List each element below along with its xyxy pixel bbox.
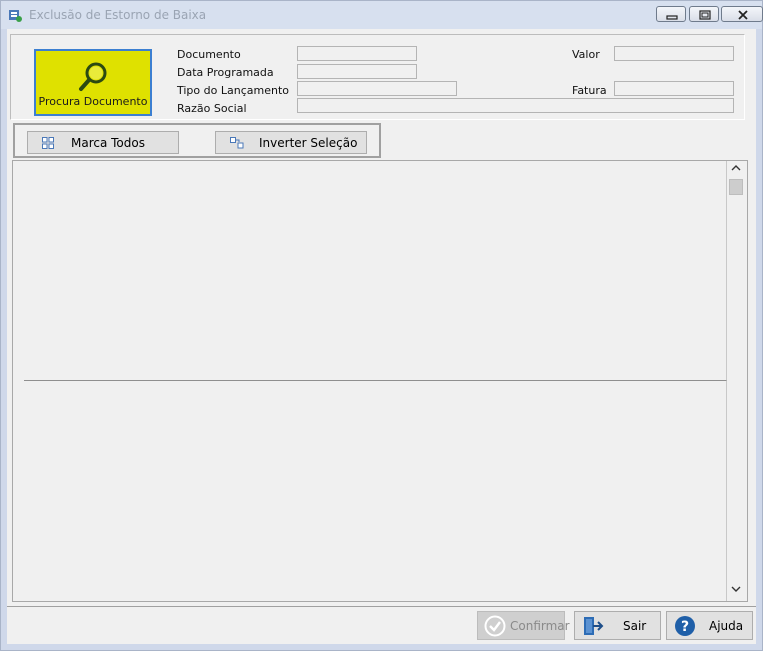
search-document-button[interactable]: Procura Documento: [34, 49, 152, 116]
exit-label: Sair: [623, 619, 647, 633]
invert-selection-label: Inverter Seleção: [259, 136, 358, 150]
maximize-icon: [699, 10, 711, 20]
window-title: Exclusão de Estorno de Baixa: [29, 8, 207, 22]
app-icon: [9, 10, 22, 22]
select-all-button[interactable]: Marca Todos: [27, 131, 179, 154]
data-programada-label: Data Programada: [177, 66, 274, 79]
fatura-label: Fatura: [572, 84, 607, 97]
tipo-lancamento-label: Tipo do Lançamento: [177, 84, 289, 97]
chevron-down-icon[interactable]: [731, 585, 741, 593]
chevron-up-icon[interactable]: [731, 164, 741, 172]
svg-text:?: ?: [681, 619, 689, 635]
grid-lower-pane[interactable]: [24, 381, 727, 601]
scrollbar-thumb[interactable]: [729, 179, 743, 195]
confirm-label: Confirmar: [510, 619, 570, 633]
search-document-label: Procura Documento: [38, 95, 148, 108]
title-bar[interactable]: Exclusão de Estorno de Baixa: [1, 1, 763, 29]
help-label: Ajuda: [709, 619, 744, 633]
valor-label: Valor: [572, 48, 600, 61]
document-panel: Procura Documento Documento Data Program…: [10, 34, 745, 120]
window: Exclusão de Estorno de Baixa Procura Doc…: [0, 0, 763, 651]
check-circle-icon: [484, 615, 506, 637]
minimize-button[interactable]: [656, 6, 686, 22]
selection-toolbar: Marca Todos Inverter Seleção: [13, 123, 381, 158]
exit-door-icon: [584, 617, 604, 635]
documento-field[interactable]: [297, 46, 417, 61]
vertical-scrollbar[interactable]: [727, 161, 747, 601]
minimize-icon: [666, 15, 678, 20]
invert-selection-icon: [230, 137, 244, 149]
invert-selection-button[interactable]: Inverter Seleção: [215, 131, 367, 154]
help-icon: ?: [675, 616, 695, 636]
documents-grid[interactable]: [12, 160, 748, 602]
footer-divider: [7, 606, 756, 607]
fatura-field[interactable]: [614, 81, 734, 96]
help-button[interactable]: ? Ajuda: [666, 611, 753, 640]
documento-label: Documento: [177, 48, 241, 61]
razao-social-field[interactable]: [297, 98, 734, 113]
grid-upper-pane[interactable]: [24, 161, 727, 381]
valor-field[interactable]: [614, 46, 734, 61]
grid-select-icon: [42, 137, 54, 149]
magnifier-icon: [79, 62, 107, 91]
maximize-button[interactable]: [689, 6, 719, 22]
data-programada-field[interactable]: [297, 64, 417, 79]
close-icon: [738, 10, 748, 20]
close-button[interactable]: [721, 6, 763, 22]
razao-social-label: Razão Social: [177, 102, 247, 115]
tipo-lancamento-field[interactable]: [297, 81, 457, 96]
select-all-label: Marca Todos: [71, 136, 145, 150]
client-area: Procura Documento Documento Data Program…: [7, 29, 756, 644]
confirm-button[interactable]: Confirmar: [477, 611, 570, 640]
exit-button[interactable]: Sair: [574, 611, 661, 640]
